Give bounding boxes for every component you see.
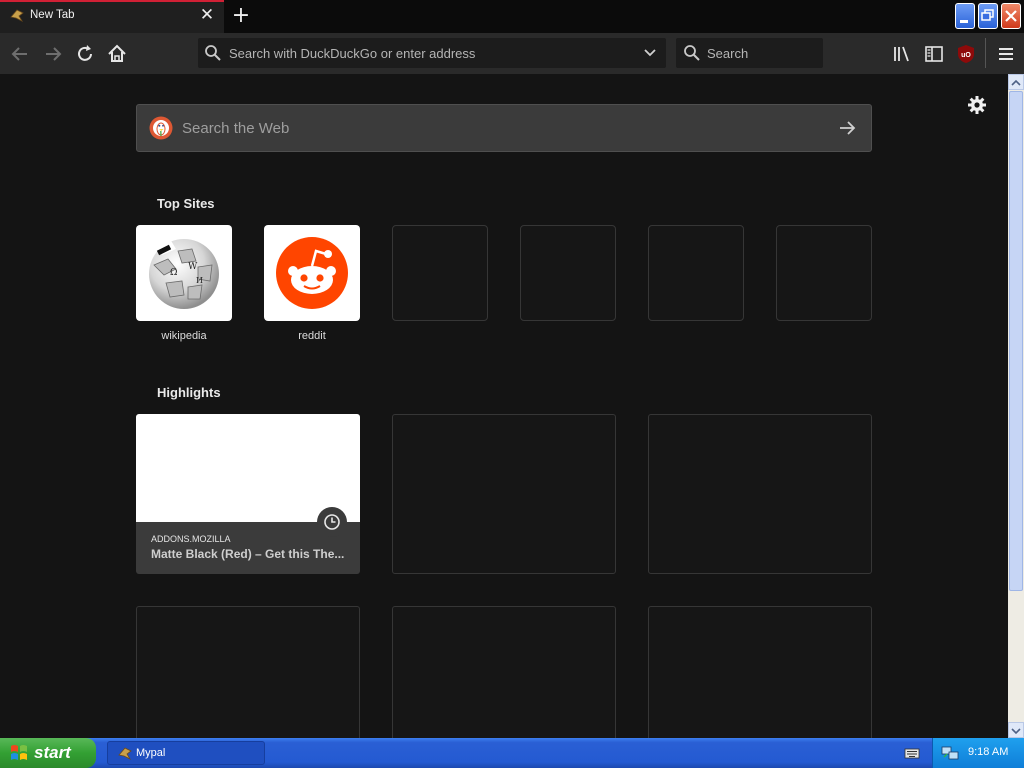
- restore-icon: [981, 9, 994, 21]
- top-site-reddit[interactable]: [264, 225, 360, 321]
- wikipedia-globe-icon: Ω W И: [149, 239, 219, 309]
- web-search-placeholder: Search the Web: [182, 120, 290, 137]
- scroll-up-button[interactable]: [1008, 74, 1024, 90]
- back-arrow-icon[interactable]: [8, 42, 32, 66]
- taskbar-clock: 9:18 AM: [968, 746, 1009, 758]
- highlights-heading: Highlights: [157, 385, 221, 400]
- svg-text:Ω: Ω: [170, 268, 177, 278]
- ublock-origin-icon[interactable]: uO: [954, 42, 978, 66]
- address-bar-placeholder: Search with DuckDuckGo or enter address: [229, 46, 476, 61]
- search-icon: [205, 45, 221, 61]
- top-site-empty-slot: [776, 225, 872, 321]
- library-icon[interactable]: [890, 42, 914, 66]
- windows-logo-icon: [11, 745, 27, 760]
- sidebar-toggle-icon[interactable]: [922, 42, 946, 66]
- ublock-badge-text: uO: [961, 52, 971, 59]
- mypal-app-icon: [118, 747, 132, 760]
- top-sites-heading: Top Sites: [157, 196, 215, 211]
- toolbar-separator: [985, 38, 986, 68]
- start-label: start: [34, 743, 71, 762]
- top-site-empty-slot: [392, 225, 488, 321]
- highlight-card-host: ADDONS.MOZILLA: [151, 534, 231, 544]
- close-tab-icon[interactable]: ✕: [198, 5, 216, 25]
- chevron-down-icon: [1011, 728, 1021, 735]
- home-icon[interactable]: [105, 42, 129, 66]
- minimize-window-button[interactable]: [955, 3, 975, 29]
- top-site-label: wikipedia: [161, 330, 207, 342]
- tab-title: New Tab: [30, 9, 75, 21]
- new-tab-plus-icon[interactable]: +: [230, 4, 252, 28]
- close-icon: [1005, 10, 1017, 22]
- svg-text:И: И: [196, 276, 203, 285]
- clock-icon: [317, 507, 347, 537]
- reload-icon[interactable]: [73, 42, 97, 66]
- reddit-logo-icon: [276, 237, 348, 309]
- top-site-wikipedia[interactable]: Ω W И: [136, 225, 232, 321]
- top-site-empty-slot: [520, 225, 616, 321]
- duckduckgo-logo-icon: [149, 116, 173, 140]
- chevron-down-icon[interactable]: [642, 45, 658, 61]
- top-site-label: reddit: [298, 330, 326, 342]
- chevron-up-icon: [1011, 79, 1021, 86]
- search-bar-icon: [684, 45, 700, 61]
- hamburger-menu-icon[interactable]: [994, 42, 1018, 66]
- search-bar-placeholder: Search: [707, 46, 749, 61]
- mypal-favicon-icon: [10, 9, 24, 22]
- scroll-down-button[interactable]: [1008, 722, 1024, 738]
- taskbar-window-label: Mypal: [136, 747, 166, 759]
- restore-window-button[interactable]: [978, 3, 998, 29]
- close-window-button[interactable]: [1001, 3, 1021, 29]
- svg-text:W: W: [188, 262, 198, 272]
- network-icon[interactable]: [941, 745, 959, 761]
- keyboard-icon[interactable]: [904, 745, 920, 761]
- highlight-card-title: Matte Black (Red) – Get this The...: [151, 547, 345, 561]
- forward-arrow-icon[interactable]: [41, 42, 65, 66]
- highlight-empty-slot: [648, 414, 872, 574]
- gear-icon[interactable]: [965, 93, 989, 117]
- scrollbar-thumb[interactable]: [1009, 91, 1023, 591]
- minimize-icon: [960, 20, 968, 23]
- arrow-right-icon[interactable]: [837, 118, 857, 138]
- top-site-empty-slot: [648, 225, 744, 321]
- highlight-empty-slot: [392, 414, 616, 574]
